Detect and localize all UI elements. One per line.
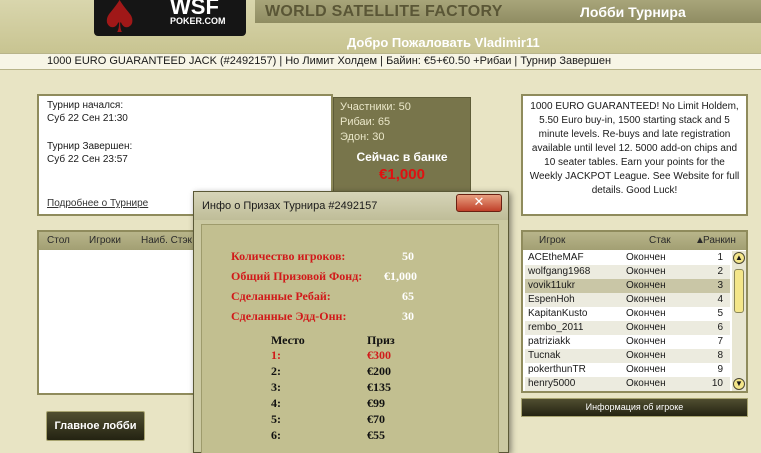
player-stack: Окончен — [626, 336, 666, 347]
payout-place: 5: — [271, 412, 281, 426]
place-header: Место — [271, 333, 305, 347]
players-list[interactable]: Игрок Стак ▲ Ранкин ACEtheMAF Окончен 1 … — [521, 230, 748, 393]
logo-subtext: POKER.COM — [170, 16, 226, 26]
player-name: ACEtheMAF — [528, 252, 584, 263]
payout-place: 1: — [271, 348, 281, 362]
spade-icon: ♠ — [100, 0, 140, 43]
stat-value-prize-pool: €1,000 — [384, 269, 417, 283]
ended-value: Суб 22 Сен 23:57 — [47, 154, 128, 165]
started-value: Суб 22 Сен 21:30 — [47, 113, 128, 124]
payout-prize: €55 — [367, 428, 385, 442]
player-stack: Окончен — [626, 294, 666, 305]
player-row[interactable]: Tucnak Окончен 8 — [525, 349, 730, 363]
player-rank: 7 — [717, 336, 723, 347]
player-name: Tucnak — [528, 350, 561, 361]
col-table[interactable]: Стол — [47, 232, 70, 250]
scroll-up-icon[interactable]: ▲ — [733, 252, 745, 264]
player-stack: Окончен — [626, 308, 666, 319]
col-top-stack[interactable]: Наиб. Стэк — [141, 232, 192, 250]
dialog-title: Инфо о Призах Турнира #2492157 — [202, 200, 378, 212]
wsf-logo[interactable]: ♠ WSF POKER.COM — [94, 0, 246, 40]
player-row[interactable]: wolfgang1968 Окончен 2 — [525, 265, 730, 279]
participants-count: Участники: 50 — [340, 101, 411, 113]
page-title: Лобби Турнира — [580, 4, 686, 20]
player-rank: 9 — [717, 364, 723, 375]
player-name: wolfgang1968 — [528, 266, 591, 277]
scroll-thumb[interactable] — [734, 269, 744, 313]
player-name: EspenHoh — [528, 294, 575, 305]
player-stack: Окончен — [626, 364, 666, 375]
player-rank: 3 — [717, 280, 723, 291]
bank-label: Сейчас в банке — [356, 150, 448, 164]
stat-label-addons: Сделанные Эдд-Онн: — [231, 309, 347, 323]
stat-value-addons: 30 — [402, 309, 414, 323]
player-row[interactable]: vovik11ukr Окончен 3 — [525, 279, 730, 293]
player-row[interactable]: rembo_2011 Окончен 6 — [525, 321, 730, 335]
player-info-button[interactable]: Информация об игроке — [521, 398, 748, 417]
player-rank: 8 — [717, 350, 723, 361]
player-rank: 10 — [711, 378, 723, 389]
header: ♠ WSF POKER.COM WORLD SATELLITE FACTORY … — [0, 0, 761, 53]
payout-prize: €135 — [367, 380, 391, 394]
player-rank: 1 — [717, 252, 723, 263]
rebuys-count: Рибаи: 65 — [340, 116, 391, 128]
player-name: patriziakk — [528, 336, 571, 347]
player-stack: Окончен — [626, 252, 666, 263]
payout-prize: €300 — [367, 348, 391, 362]
player-rank: 2 — [717, 266, 723, 277]
player-row[interactable]: ACEtheMAF Окончен 1 — [525, 251, 730, 265]
stat-value-rebuys: 65 — [402, 289, 414, 303]
payout-prize: €70 — [367, 412, 385, 426]
bank-value: €1,000 — [379, 166, 425, 183]
player-row[interactable]: henry5000 Окончен 10 — [525, 377, 730, 391]
tournament-info-bar: 1000 EURO GUARANTEED JACK (#2492157) | Н… — [0, 53, 761, 70]
col-player[interactable]: Игрок — [539, 232, 565, 250]
stat-label-players: Количество игроков: — [231, 249, 346, 263]
players-header: Игрок Стак ▲ Ранкин — [523, 232, 746, 250]
player-stack: Окончен — [626, 266, 666, 277]
player-rank: 5 — [717, 308, 723, 319]
tournament-description: 1000 EURO GUARANTEED! No Limit Holdem, 5… — [521, 94, 748, 216]
player-rank: 4 — [717, 294, 723, 305]
stat-value-players: 50 — [402, 249, 414, 263]
stat-label-prize-pool: Общий Призовой Фонд: — [231, 269, 363, 283]
main-lobby-button[interactable]: Главное лобби — [46, 411, 145, 441]
player-name: pokerthunTR — [528, 364, 586, 375]
player-row[interactable]: KapitanKusto Окончен 5 — [525, 307, 730, 321]
player-name: KapitanKusto — [528, 308, 588, 319]
col-stack[interactable]: Стак — [649, 232, 671, 250]
welcome-text: Добро Пожаловать Vladimir11 — [347, 35, 540, 50]
player-name: henry5000 — [528, 378, 576, 389]
player-name: rembo_2011 — [528, 322, 584, 333]
col-players[interactable]: Игроки — [89, 232, 121, 250]
payout-place: 2: — [271, 364, 281, 378]
player-row[interactable]: patriziakk Окончен 7 — [525, 335, 730, 349]
payout-place: 4: — [271, 396, 281, 410]
player-rank: 6 — [717, 322, 723, 333]
tournament-details-link[interactable]: Подробнее о Турнире — [47, 197, 148, 210]
started-label: Турнир начался: — [47, 100, 124, 111]
player-name: vovik11ukr — [528, 280, 576, 291]
prize-info-dialog: Инфо о Призах Турнира #2492157 ✕ Количес… — [193, 191, 509, 453]
ended-label: Турнир Завершен: — [47, 141, 133, 152]
player-stack: Окончен — [626, 350, 666, 361]
addons-count: Эдон: 30 — [340, 131, 385, 143]
prize-header: Приз — [367, 333, 395, 347]
payout-place: 6: — [271, 428, 281, 442]
players-scrollbar[interactable]: ▲ ▼ — [732, 251, 746, 391]
close-icon[interactable]: ✕ — [456, 194, 502, 212]
payout-prize: €99 — [367, 396, 385, 410]
factory-title: WORLD SATELLITE FACTORY — [265, 3, 503, 20]
dialog-body: Количество игроков: 50 Общий Призовой Фо… — [201, 224, 499, 453]
scroll-down-icon[interactable]: ▼ — [733, 378, 745, 390]
col-rank[interactable]: Ранкин — [703, 232, 736, 250]
player-row[interactable]: pokerthunTR Окончен 9 — [525, 363, 730, 377]
player-stack: Окончен — [626, 322, 666, 333]
player-row[interactable]: EspenHoh Окончен 4 — [525, 293, 730, 307]
stat-label-rebuys: Сделанные Ребай: — [231, 289, 331, 303]
payout-prize: €200 — [367, 364, 391, 378]
player-stack: Окончен — [626, 280, 666, 291]
payout-place: 3: — [271, 380, 281, 394]
player-stack: Окончен — [626, 378, 666, 389]
